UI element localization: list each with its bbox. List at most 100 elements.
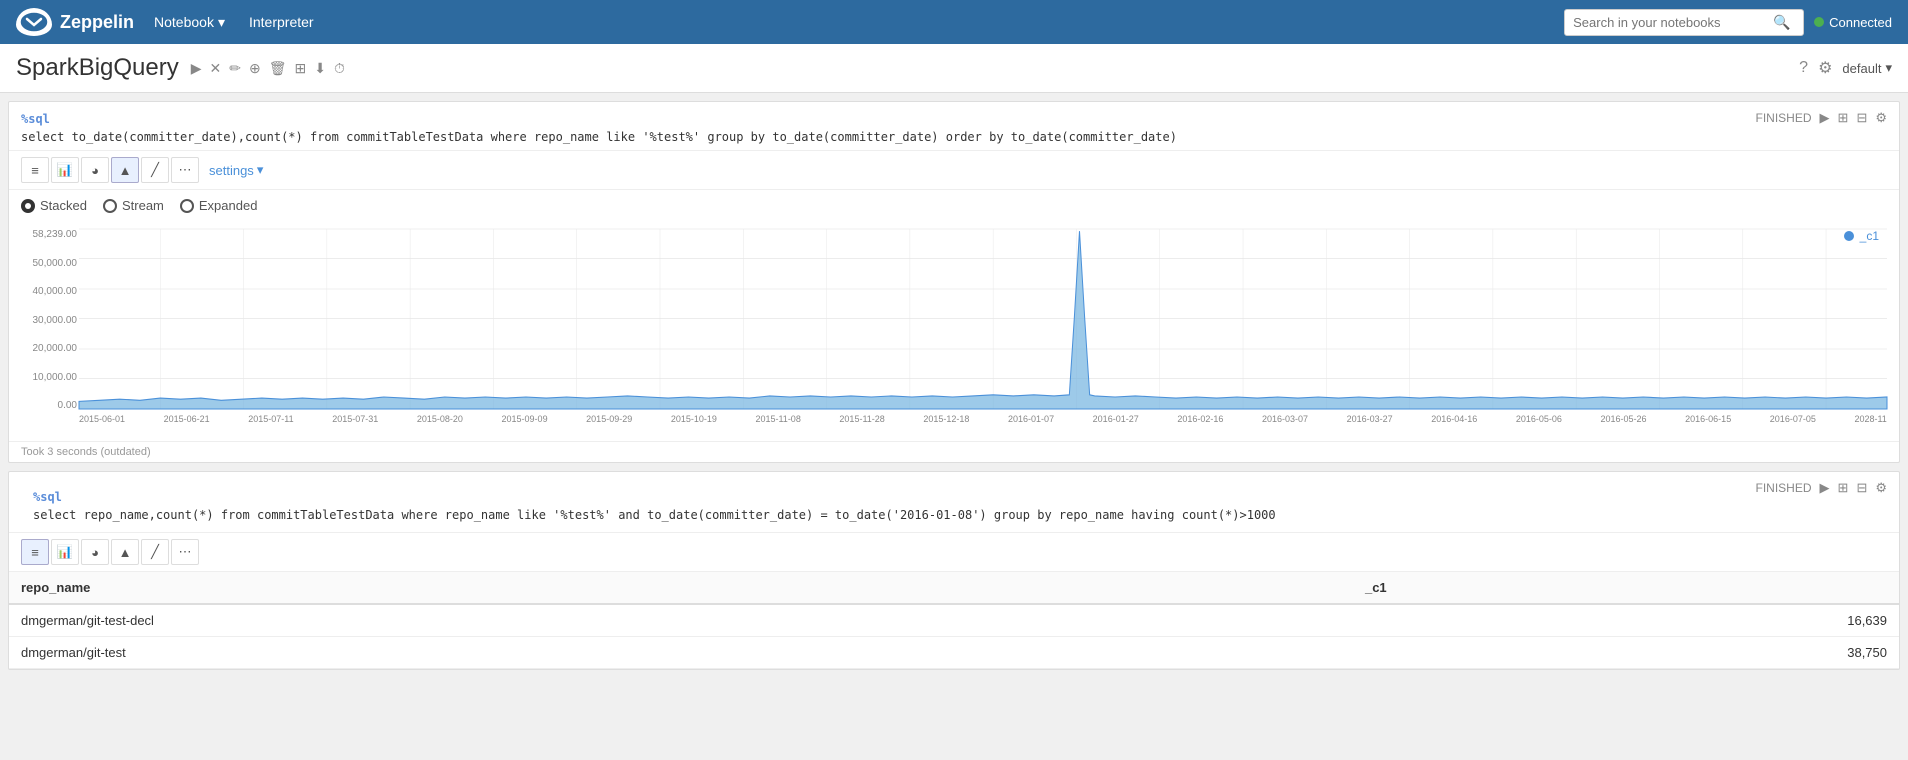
x-label-2: 2015-07-11 [248,414,293,424]
cell-c1-1: 38,750 [1353,637,1899,669]
x-axis-labels: 2015-06-01 2015-06-21 2015-07-11 2015-07… [79,414,1887,424]
y-label-1: 50,000.00 [17,258,77,269]
col-repo_name: repo_name [9,572,1353,604]
cell-2-status: FINISHED ▶ ⊞ ⊟ ⚙ [1756,480,1887,496]
run-icon[interactable]: ▶ [191,60,202,77]
x-label-3: 2015-07-31 [332,414,378,424]
cell-1-status-text: FINISHED [1756,111,1812,125]
page-title-bar: SparkBigQuery ▶ ✕ ✏ ⊕ 🗑 ⊞ ⬇ ⏱ ? ⚙ defaul… [0,44,1908,93]
x-label-18: 2016-05-26 [1601,414,1647,424]
scatter-chart-btn[interactable]: ⋯ [171,157,199,183]
col-c1: _c1 [1353,572,1899,604]
x-label-13: 2016-02-16 [1177,414,1223,424]
pie-chart-btn[interactable]: ◕ [81,157,109,183]
cell-2-bar-btn[interactable]: 📊 [51,539,79,565]
page-title-left: SparkBigQuery ▶ ✕ ✏ ⊕ 🗑 ⊞ ⬇ ⏱ [16,54,345,82]
x-label-20: 2016-07-05 [1770,414,1816,424]
cell-2-pie-btn[interactable]: ◕ [81,539,109,565]
y-label-0: 58,239.00 [17,229,77,240]
connected-label: Connected [1829,15,1892,30]
search-button[interactable]: 🔍 [1773,14,1790,31]
cell-1-settings-icon[interactable]: ⚙ [1875,110,1887,126]
area-chart-svg [79,229,1887,409]
x-label-8: 2015-11-08 [755,414,800,424]
cell-1-status: FINISHED ▶ ⊞ ⊟ ⚙ [1756,110,1887,126]
expanded-option[interactable]: Expanded [180,198,258,213]
cell-2-area-btn[interactable]: ▲ [111,539,139,565]
nav-interpreter[interactable]: Interpreter [249,14,314,30]
stacked-radio[interactable] [21,199,35,213]
x-label-10: 2015-12-18 [923,414,969,424]
cell-2-header: %sql select repo_name,count(*) from comm… [9,472,1899,533]
edit-icon[interactable]: ✏ [229,60,241,77]
schedule-icon[interactable]: ⏱ [334,60,345,77]
delete-icon[interactable]: 🗑 [269,60,287,77]
bar-chart-btn[interactable]: 📊 [51,157,79,183]
x-label-16: 2016-04-16 [1431,414,1477,424]
cell-2-hide-code-icon[interactable]: ⊞ [1838,480,1849,496]
export-icon[interactable]: ⊞ [295,60,307,77]
x-label-0: 2015-06-01 [79,414,125,424]
expanded-label: Expanded [199,198,258,213]
cell-1-footer: Took 3 seconds (outdated) [9,441,1899,462]
table-view-btn[interactable]: ≡ [21,157,49,183]
cell-2-run-icon[interactable]: ▶ [1820,480,1830,496]
y-label-4: 20,000.00 [17,343,77,354]
download-icon[interactable]: ⬇ [314,60,326,77]
default-label: default [1842,61,1881,76]
expanded-radio[interactable] [180,199,194,213]
cell-2-table-btn[interactable]: ≡ [21,539,49,565]
result-table: repo_name _c1 dmgerman/git-test-decl 16,… [9,572,1899,669]
cell-1-run-icon[interactable]: ▶ [1820,110,1830,126]
legend-label: _c1 [1860,229,1879,243]
x-label-17: 2016-05-06 [1516,414,1562,424]
stream-option[interactable]: Stream [103,198,164,213]
y-label-6: 0.00 [17,400,77,411]
table-row: dmgerman/git-test 38,750 [9,637,1899,669]
nav-notebook[interactable]: Notebook ▾ [154,14,225,31]
title-icons: ▶ ✕ ✏ ⊕ 🗑 ⊞ ⬇ ⏱ [191,60,345,77]
cell-2-toolbar: ≡ 📊 ◕ ▲ ╱ ⋯ [9,533,1899,572]
cell-c1-0: 16,639 [1353,604,1899,637]
cell-1-code: %sql select to_date(committer_date),coun… [21,110,1177,146]
clone-icon[interactable]: ⊕ [249,60,261,77]
cell-2-tag: %sql [33,490,62,504]
cell-2-status-text: FINISHED [1756,481,1812,495]
y-label-3: 30,000.00 [17,315,77,326]
cell-1-hide-code-icon[interactable]: ⊞ [1838,110,1849,126]
cell-1: %sql select to_date(committer_date),coun… [8,101,1900,463]
cell-1-tag: %sql [21,112,50,126]
cell-2-scatter-btn[interactable]: ⋯ [171,539,199,565]
connected-badge: Connected [1814,15,1892,30]
cell-2: %sql select repo_name,count(*) from comm… [8,471,1900,670]
search-box[interactable]: 🔍 [1564,9,1804,36]
cell-repo-0: dmgerman/git-test-decl [9,604,1353,637]
x-label-12: 2016-01-27 [1093,414,1139,424]
line-chart-btn[interactable]: ╱ [141,157,169,183]
page-title-right: ? ⚙ default ▾ [1799,58,1892,78]
settings-link-text: settings [209,163,254,178]
logo-icon [16,8,52,36]
default-dropdown[interactable]: default ▾ [1842,60,1892,76]
settings-icon[interactable]: ⚙ [1818,58,1832,78]
stacked-label: Stacked [40,198,87,213]
help-icon[interactable]: ? [1799,59,1808,77]
cell-2-hide-output-icon[interactable]: ⊟ [1856,480,1867,496]
stop-icon[interactable]: ✕ [210,60,222,77]
x-label-6: 2015-09-29 [586,414,632,424]
y-label-2: 40,000.00 [17,286,77,297]
cell-1-hide-output-icon[interactable]: ⊟ [1856,110,1867,126]
area-chart-btn[interactable]: ▲ [111,157,139,183]
stacked-option[interactable]: Stacked [21,198,87,213]
cell-2-line-btn[interactable]: ╱ [141,539,169,565]
table-header-row: repo_name _c1 [9,572,1899,604]
x-label-14: 2016-03-07 [1262,414,1308,424]
settings-chevron-icon: ▾ [257,162,264,178]
search-input[interactable] [1573,15,1773,30]
cell-2-settings-icon[interactable]: ⚙ [1875,480,1887,496]
x-label-5: 2015-09-09 [502,414,548,424]
dropdown-chevron-icon: ▾ [1885,60,1892,76]
cell-1-settings-link[interactable]: settings ▾ [209,162,263,178]
stream-radio[interactable] [103,199,117,213]
connected-dot [1814,17,1824,27]
